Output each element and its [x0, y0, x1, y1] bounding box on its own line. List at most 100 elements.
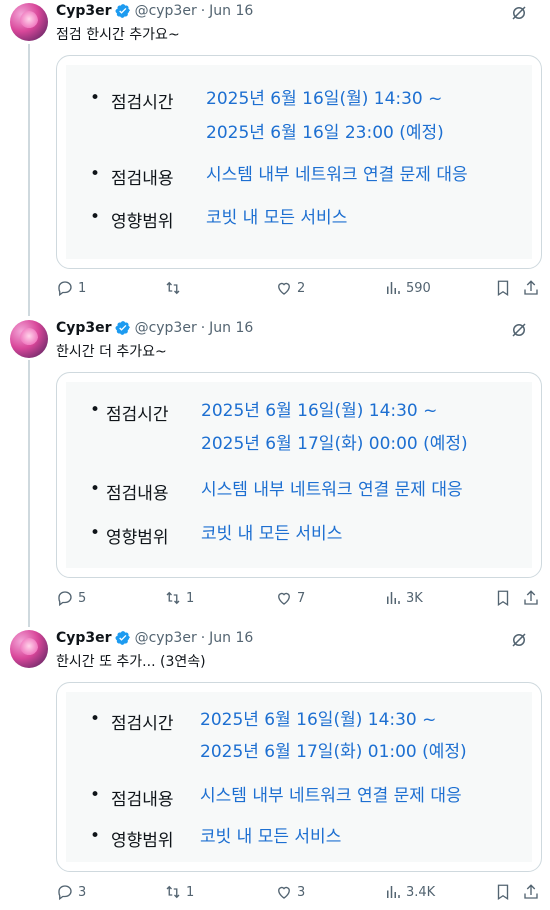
reply-button[interactable]: 1 [56, 279, 86, 297]
reply-button[interactable]: 5 [56, 589, 86, 607]
view-count: 3K [406, 590, 423, 606]
notice-panel: • 점검시간 2025년 6월 16일(월) 14:30 ~ 2025년 6월 … [66, 65, 532, 259]
share-button[interactable] [522, 589, 540, 607]
verified-badge-icon [115, 631, 130, 645]
grok-icon[interactable] [510, 631, 528, 649]
bullet: • [90, 709, 101, 729]
bookmark-icon [497, 884, 509, 901]
display-name[interactable]: Cyp3er [56, 630, 112, 646]
reply-count: 3 [78, 884, 87, 900]
like-button[interactable]: 2 [275, 279, 305, 297]
repost-count: 1 [186, 590, 195, 606]
notice-label: 점검내용 [111, 790, 174, 810]
notice-value: 시스템 내부 네트워크 연결 문제 대응 [200, 786, 462, 806]
tweet[interactable]: Cyp3er @cyp3er · Jun 16 한시간 또 추가... (3연속… [0, 627, 550, 910]
display-name[interactable]: Cyp3er [56, 3, 112, 19]
view-count: 3.4K [406, 884, 436, 900]
view-count: 590 [406, 280, 431, 296]
user-handle[interactable]: @cyp3er [135, 630, 197, 646]
bullet: • [90, 523, 101, 543]
bookmark-icon [497, 590, 509, 607]
notice-label: 영향범위 [106, 528, 169, 548]
tweet-date[interactable]: Jun 16 [209, 320, 253, 336]
repost-button[interactable] [164, 279, 186, 297]
heart-icon [278, 886, 290, 899]
like-button[interactable]: 7 [275, 589, 305, 607]
separator-dot: · [200, 630, 206, 646]
verified-badge-icon [115, 321, 130, 335]
repost-button[interactable]: 1 [164, 589, 194, 607]
reply-icon [58, 281, 72, 297]
bullet: • [90, 88, 101, 108]
image-card[interactable]: • 점검시간 2025년 6월 16일(월) 14:30 ~ 2025년 6월 … [56, 682, 542, 872]
bullet: • [90, 207, 101, 227]
bookmark-button[interactable] [494, 279, 512, 297]
bullet: • [90, 479, 101, 499]
heart-icon [278, 592, 290, 605]
reply-icon [58, 885, 72, 901]
avatar[interactable] [10, 320, 48, 358]
bookmark-button[interactable] [494, 589, 512, 607]
reply-button[interactable]: 3 [56, 883, 86, 901]
action-bar: 3 1 3 3.4K [56, 883, 540, 903]
notice-label: 점검시간 [111, 93, 174, 113]
analytics-icon [387, 592, 400, 604]
repost-icon [166, 281, 180, 295]
notice-label: 영향범위 [111, 212, 174, 232]
verified-badge-icon [115, 4, 130, 18]
share-button[interactable] [522, 279, 540, 297]
analytics-icon [387, 282, 400, 294]
image-card[interactable]: • 점검시간 2025년 6월 16일(월) 14:30 ~ 2025년 6월 … [56, 55, 542, 269]
repost-icon [166, 591, 180, 605]
notice-label: 영향범위 [111, 831, 174, 851]
like-count: 3 [297, 884, 306, 900]
separator-dot: · [200, 3, 206, 19]
action-bar: 5 1 7 3K [56, 589, 540, 609]
grok-icon[interactable] [510, 321, 528, 339]
notice-value: 코빗 내 모든 서비스 [206, 208, 348, 228]
tweet-date[interactable]: Jun 16 [209, 3, 253, 19]
repost-count: 1 [186, 884, 195, 900]
views-button[interactable]: 3K [384, 589, 423, 607]
notice-row-scope: • 영향범위 코빗 내 모든 서비스 [66, 822, 532, 852]
views-button[interactable]: 590 [384, 279, 431, 297]
avatar[interactable] [10, 3, 48, 41]
notice-value: 코빗 내 모든 서비스 [200, 827, 342, 847]
notice-row-content: • 점검내용 시스템 내부 네트워크 연결 문제 대응 [66, 781, 532, 811]
notice-label: 점검시간 [111, 714, 174, 734]
notice-panel: • 점검시간 2025년 6월 16일(월) 14:30 ~ 2025년 6월 … [66, 382, 532, 568]
share-button[interactable] [522, 883, 540, 901]
notice-row-time: • 점검시간 2025년 6월 16일(월) 14:30 ~ 2025년 6월 … [66, 396, 532, 456]
heart-icon [278, 282, 290, 295]
like-count: 2 [297, 280, 306, 296]
repost-button[interactable]: 1 [164, 883, 194, 901]
views-button[interactable]: 3.4K [384, 883, 435, 901]
separator-dot: · [200, 320, 206, 336]
reply-count: 5 [78, 590, 87, 606]
bullet: • [90, 785, 101, 805]
tweet[interactable]: Cyp3er @cyp3er · Jun 16 한시간 더 추가요~ • 점검시… [0, 317, 550, 622]
user-handle[interactable]: @cyp3er [135, 320, 197, 336]
image-card[interactable]: • 점검시간 2025년 6월 16일(월) 14:30 ~ 2025년 6월 … [56, 372, 542, 578]
notice-row-time: • 점검시간 2025년 6월 16일(월) 14:30 ~ 2025년 6월 … [66, 84, 532, 144]
user-handle[interactable]: @cyp3er [135, 3, 197, 19]
grok-icon[interactable] [510, 4, 528, 22]
reply-icon [58, 591, 72, 607]
bookmark-icon [497, 280, 509, 297]
notice-value: 2025년 6월 16일(월) 14:30 ~ 2025년 6월 17일(화) … [201, 401, 468, 454]
notice-value: 코빗 내 모든 서비스 [201, 524, 343, 544]
avatar[interactable] [10, 630, 48, 668]
tweet-header: Cyp3er @cyp3er · Jun 16 [56, 320, 253, 336]
bullet: • [90, 164, 101, 184]
repost-icon [166, 885, 180, 899]
bookmark-button[interactable] [494, 883, 512, 901]
notice-value: 시스템 내부 네트워크 연결 문제 대응 [201, 480, 463, 500]
display-name[interactable]: Cyp3er [56, 320, 112, 336]
like-count: 7 [297, 590, 306, 606]
tweet-text: 점검 한시간 추가요~ [56, 27, 180, 43]
tweet-date[interactable]: Jun 16 [209, 630, 253, 646]
tweet[interactable]: Cyp3er @cyp3er · Jun 16 점검 한시간 추가요~ • 점검… [0, 0, 550, 310]
like-button[interactable]: 3 [275, 883, 305, 901]
notice-label: 점검시간 [106, 405, 169, 425]
notice-label: 점검내용 [106, 484, 169, 504]
